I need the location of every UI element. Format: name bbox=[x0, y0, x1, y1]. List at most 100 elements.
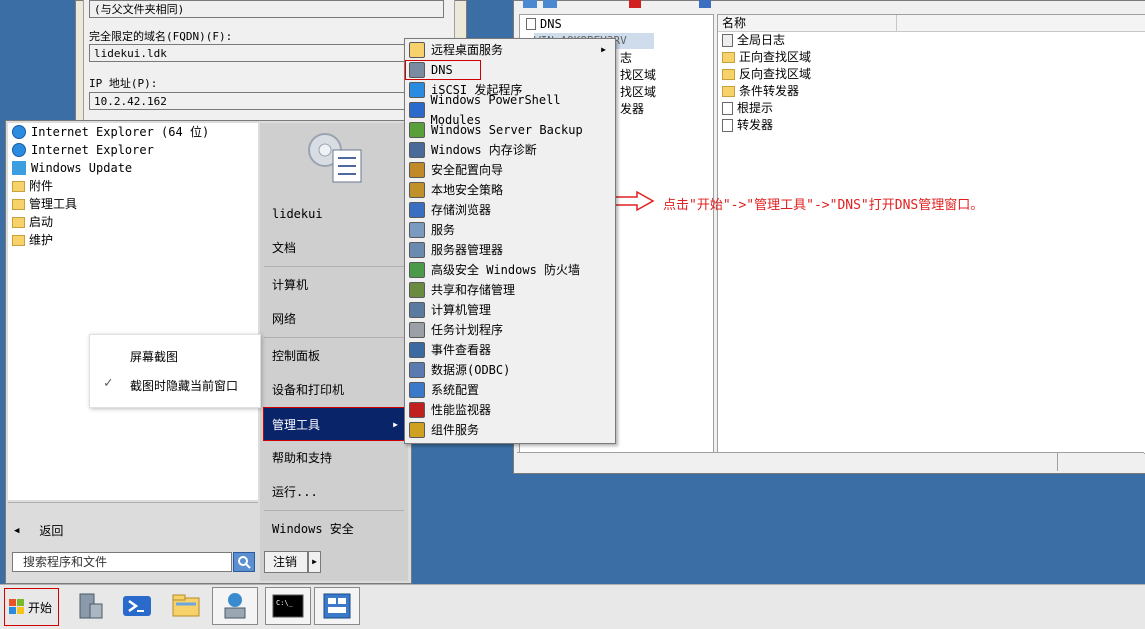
admin-tool-item[interactable]: 计算机管理 bbox=[406, 300, 612, 320]
network-item[interactable]: 网络 bbox=[264, 304, 406, 334]
folder-icon bbox=[12, 180, 25, 192]
program-item[interactable]: Internet Explorer bbox=[12, 141, 154, 159]
admin-tool-item[interactable]: 系统配置 bbox=[406, 380, 612, 400]
taskbar-dns-manager[interactable] bbox=[212, 587, 258, 625]
divider bbox=[264, 510, 404, 511]
check-icon: ✓ bbox=[104, 375, 113, 391]
folder-icon bbox=[12, 234, 25, 246]
admin-tool-item[interactable]: 事件查看器 bbox=[406, 340, 612, 360]
taskbar-powershell[interactable] bbox=[114, 587, 160, 625]
folder-icon bbox=[12, 198, 25, 210]
list-item-label: 转发器 bbox=[737, 118, 774, 132]
ip-field[interactable]: 10.2.42.162 bbox=[89, 92, 444, 110]
run-item[interactable]: 运行... bbox=[264, 477, 406, 507]
scheduler-icon bbox=[409, 322, 425, 338]
instruction-annotation: 点击"开始"->"管理工具"->"DNS"打开DNS管理窗口。 bbox=[663, 198, 984, 213]
admin-tool-label: 服务器管理器 bbox=[431, 243, 504, 257]
computer-item[interactable]: 计算机 bbox=[264, 270, 406, 300]
backup-icon bbox=[409, 122, 425, 138]
admin-tools-picture bbox=[305, 128, 365, 188]
taskbar-server-manager[interactable] bbox=[65, 587, 111, 625]
tree-root-dns[interactable]: DNS bbox=[540, 17, 562, 31]
control-panel-item[interactable]: 控制面板 bbox=[264, 341, 406, 371]
list-item-label: 条件转发器 bbox=[739, 84, 800, 98]
program-label: 附件 bbox=[29, 179, 54, 193]
folder-icon bbox=[722, 86, 735, 97]
taskbar-control[interactable] bbox=[314, 587, 360, 625]
admin-tool-item[interactable]: 服务 bbox=[406, 220, 612, 240]
admin-tool-item[interactable]: 性能监视器 bbox=[406, 400, 612, 420]
admin-tool-item[interactable]: 安全配置向导 bbox=[406, 160, 612, 180]
admin-tool-label: 高级安全 Windows 防火墙 bbox=[431, 263, 581, 277]
admin-tool-label: 安全配置向导 bbox=[431, 163, 504, 177]
list-item[interactable]: 条件转发器 bbox=[722, 83, 799, 100]
server-manager-icon bbox=[79, 593, 103, 619]
back-icon[interactable] bbox=[523, 0, 537, 8]
program-item[interactable]: 管理工具 bbox=[12, 195, 77, 213]
submenu-arrow-icon: ▶ bbox=[393, 420, 398, 429]
admin-tool-item[interactable]: 组件服务 bbox=[406, 420, 612, 440]
forward-icon[interactable] bbox=[543, 0, 557, 8]
fqdn-field[interactable]: lidekui.ldk bbox=[89, 44, 444, 62]
screenshot-option[interactable]: 屏幕截图 bbox=[130, 348, 178, 365]
admin-tools-item[interactable]: 管理工具 ▶ bbox=[263, 407, 405, 441]
admin-tool-item[interactable]: 共享和存储管理 bbox=[406, 280, 612, 300]
column-name-header[interactable]: 名称 bbox=[718, 15, 897, 31]
tree-item[interactable]: 发器 bbox=[620, 101, 644, 118]
list-item[interactable]: 全局日志 bbox=[722, 32, 785, 49]
user-name[interactable]: lidekui bbox=[264, 199, 406, 229]
search-button[interactable] bbox=[233, 552, 255, 572]
share-icon bbox=[409, 282, 425, 298]
devices-printers-item[interactable]: 设备和打印机 bbox=[264, 375, 406, 405]
tree-item[interactable]: 找区域 bbox=[620, 84, 656, 101]
program-item[interactable]: Internet Explorer (64 位) bbox=[12, 123, 209, 141]
program-item[interactable]: 维护 bbox=[12, 231, 53, 249]
program-item[interactable]: 附件 bbox=[12, 177, 53, 195]
list-item-label: 正向查找区域 bbox=[739, 50, 812, 64]
admin-tool-item[interactable]: Windows Server Backup bbox=[406, 120, 612, 140]
ie-icon bbox=[12, 125, 26, 139]
storage-icon bbox=[409, 202, 425, 218]
divider bbox=[264, 337, 404, 338]
column-header-2[interactable] bbox=[897, 15, 1141, 31]
tree-item[interactable]: 找区域 bbox=[620, 67, 656, 84]
odbc-icon bbox=[409, 362, 425, 378]
windows-security-item[interactable]: Windows 安全 bbox=[264, 514, 406, 544]
folder-icon bbox=[409, 42, 425, 58]
admin-tool-label: 事件查看器 bbox=[431, 343, 492, 357]
search-input[interactable]: 搜索程序和文件 bbox=[12, 552, 232, 572]
program-item[interactable]: Windows Update bbox=[12, 159, 132, 177]
powershell-icon bbox=[409, 102, 425, 118]
search-icon bbox=[238, 556, 251, 569]
admin-tool-item[interactable]: 存储浏览器 bbox=[406, 200, 612, 220]
parent-folder-field[interactable]: (与父文件夹相同) bbox=[89, 0, 444, 18]
taskbar-explorer[interactable] bbox=[163, 587, 209, 625]
admin-tool-item[interactable]: Windows PowerShell Modules bbox=[406, 93, 612, 127]
program-item[interactable]: 启动 bbox=[12, 213, 53, 231]
shutdown-options-button[interactable]: ▶ bbox=[308, 551, 321, 573]
back-button[interactable]: ◀ 返回 bbox=[14, 522, 63, 539]
tree-item[interactable]: 志 bbox=[620, 50, 632, 67]
delete-icon[interactable] bbox=[629, 0, 641, 8]
admin-tool-item[interactable]: 本地安全策略 bbox=[406, 180, 612, 200]
admin-tool-item[interactable]: 远程桌面服务 ▶ bbox=[406, 40, 612, 60]
help-support-item[interactable]: 帮助和支持 bbox=[264, 443, 406, 473]
admin-tool-item[interactable]: 高级安全 Windows 防火墙 bbox=[406, 260, 612, 280]
admin-tool-item[interactable]: 任务计划程序 bbox=[406, 320, 612, 340]
logoff-button[interactable]: 注销 bbox=[264, 551, 308, 573]
admin-tool-item[interactable]: 服务器管理器 bbox=[406, 240, 612, 260]
list-item[interactable]: 转发器 bbox=[722, 117, 773, 134]
program-label: 管理工具 bbox=[29, 197, 78, 211]
help-icon[interactable] bbox=[699, 0, 711, 8]
list-item[interactable]: 正向查找区域 bbox=[722, 49, 811, 66]
list-item[interactable]: 根提示 bbox=[722, 100, 773, 117]
start-button[interactable]: 开始 bbox=[4, 588, 59, 626]
list-item[interactable]: 反向查找区域 bbox=[722, 66, 811, 83]
hide-window-option[interactable]: 截图时隐藏当前窗口 bbox=[130, 377, 238, 394]
admin-tool-item[interactable]: Windows 内存诊断 bbox=[406, 140, 612, 160]
taskbar-cmd[interactable]: C:\_ bbox=[265, 587, 311, 625]
admin-tool-label: 系统配置 bbox=[431, 383, 480, 397]
admin-tool-item[interactable]: 数据源(ODBC) bbox=[406, 360, 612, 380]
cmd-icon: C:\_ bbox=[272, 594, 304, 618]
documents-item[interactable]: 文档 bbox=[264, 233, 406, 263]
